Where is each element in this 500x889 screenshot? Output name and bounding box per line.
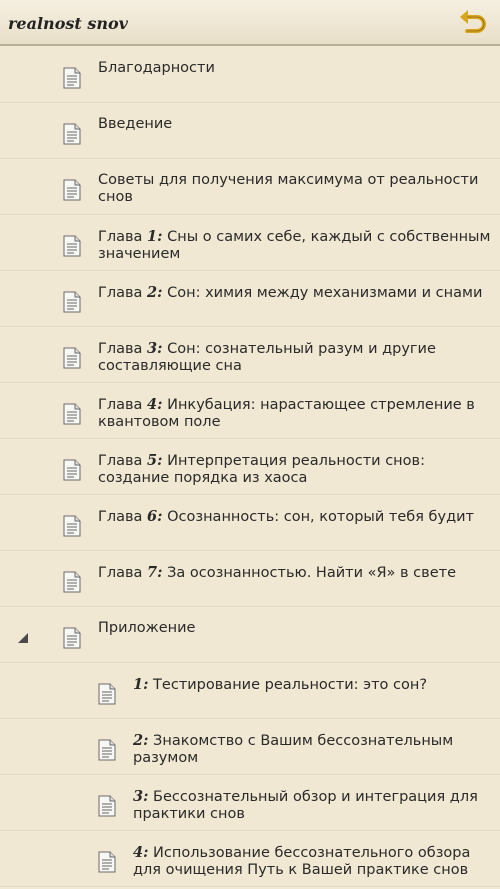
- toc-item[interactable]: Введение: [0, 103, 500, 159]
- toc-item-title: Осознанность: сон, который тебя будит: [162, 509, 474, 525]
- document-icon: [63, 291, 81, 313]
- toc-item-label: Глава 7: За осознанностью. Найти «Я» в с…: [98, 564, 494, 582]
- toc-item-label: 1: Тестирование реальности: это сон?: [133, 676, 494, 694]
- chapter-prefix: Глава: [98, 397, 148, 413]
- toc-item-label: Глава 6: Осознанность: сон, который тебя…: [98, 508, 494, 526]
- toc-item-title: Советы для получения максимума от реальн…: [98, 172, 479, 205]
- document-icon: [63, 179, 81, 201]
- toc-item-title: Бессознательный обзор и интеграция для п…: [133, 789, 478, 822]
- toc-item-label: Глава 3: Сон: сознательный разум и други…: [98, 340, 494, 375]
- chapter-prefix: Глава: [98, 509, 148, 525]
- toc-item-title: Использование бессознательного обзора дл…: [133, 845, 471, 878]
- toc-item-label: Благодарности: [98, 60, 494, 77]
- toc-subitem[interactable]: 4: Использование бессознательного обзора…: [0, 831, 500, 887]
- toc-item-title: Сон: химия между механизмами и снами: [162, 285, 483, 301]
- chapter-number: 1:: [147, 228, 163, 245]
- document-icon: [98, 851, 116, 873]
- document-icon: [98, 795, 116, 817]
- toc-item[interactable]: Глава 6: Осознанность: сон, который тебя…: [0, 495, 500, 551]
- toc-item[interactable]: Глава 1: Сны о самих себе, каждый с собс…: [0, 215, 500, 271]
- toc-item-title: Благодарности: [98, 60, 215, 76]
- document-icon: [63, 571, 81, 593]
- toc-subitem[interactable]: 3: Бессознательный обзор и интеграция дл…: [0, 775, 500, 831]
- toc-item-title: Тестирование реальности: это сон?: [148, 677, 428, 693]
- toc-item[interactable]: Глава 4: Инкубация: нарастающее стремлен…: [0, 383, 500, 439]
- chapter-number: 5:: [147, 452, 163, 469]
- back-arrow-icon[interactable]: [458, 8, 490, 38]
- chapter-prefix: Глава: [98, 229, 148, 245]
- toc-item-title: Знакомство с Вашим бессознательным разум…: [133, 733, 454, 766]
- document-icon: [63, 67, 81, 89]
- toc-item[interactable]: Советы для получения максимума от реальн…: [0, 159, 500, 215]
- chapter-prefix: Глава: [98, 285, 148, 301]
- chapter-number: 6:: [147, 508, 163, 525]
- chapter-number: 2:: [133, 732, 149, 749]
- toc-item-label: Приложение: [98, 620, 494, 637]
- toc-item-label: 2: Знакомство с Вашим бессознательным ра…: [133, 732, 494, 767]
- toc-subitem[interactable]: 1: Тестирование реальности: это сон?: [0, 663, 500, 719]
- toc-item[interactable]: Благодарности: [0, 47, 500, 103]
- toc-item[interactable]: Глава 3: Сон: сознательный разум и други…: [0, 327, 500, 383]
- chapter-number: 3:: [147, 340, 163, 357]
- chapter-number: 4:: [147, 396, 163, 413]
- document-icon: [63, 235, 81, 257]
- toc-item-title: Введение: [98, 116, 173, 132]
- document-icon: [98, 683, 116, 705]
- toc-item-label: 3: Бессознательный обзор и интеграция дл…: [133, 788, 494, 823]
- document-icon: [63, 123, 81, 145]
- chapter-prefix: Глава: [98, 453, 148, 469]
- document-icon: [63, 627, 81, 649]
- app-title: realnost snov: [8, 14, 128, 33]
- toc-item[interactable]: Глава 2: Сон: химия между механизмами и …: [0, 271, 500, 327]
- expand-triangle-icon[interactable]: [17, 629, 29, 643]
- toc-item[interactable]: Глава 5: Интерпретация реальности снов: …: [0, 439, 500, 495]
- toc-item-label: Советы для получения максимума от реальн…: [98, 172, 494, 206]
- toc-subitem[interactable]: 2: Знакомство с Вашим бессознательным ра…: [0, 719, 500, 775]
- document-icon: [63, 347, 81, 369]
- chapter-number: 3:: [133, 788, 149, 805]
- chapter-number: 7:: [147, 564, 163, 581]
- document-icon: [63, 459, 81, 481]
- chapter-number: 1:: [133, 676, 149, 693]
- toc-item-title: Приложение: [98, 620, 196, 636]
- toc-item-label: Глава 2: Сон: химия между механизмами и …: [98, 284, 494, 302]
- toc-item[interactable]: Приложение: [0, 607, 500, 663]
- table-of-contents: Благодарности Введение Советы для получени…: [0, 47, 500, 887]
- chapter-number: 2:: [147, 284, 163, 301]
- toc-item-title: За осознанностью. Найти «Я» в свете: [162, 565, 456, 581]
- toc-item[interactable]: Глава 7: За осознанностью. Найти «Я» в с…: [0, 551, 500, 607]
- document-icon: [63, 403, 81, 425]
- chapter-number: 4:: [133, 844, 149, 861]
- toc-item-label: Глава 1: Сны о самих себе, каждый с собс…: [98, 228, 494, 263]
- toc-item-label: Глава 5: Интерпретация реальности снов: …: [98, 452, 494, 487]
- toc-item-label: 4: Использование бессознательного обзора…: [133, 844, 494, 879]
- toc-item-label: Глава 4: Инкубация: нарастающее стремлен…: [98, 396, 494, 431]
- toc-item-label: Введение: [98, 116, 494, 133]
- document-icon: [63, 515, 81, 537]
- chapter-prefix: Глава: [98, 341, 148, 357]
- chapter-prefix: Глава: [98, 565, 148, 581]
- app-header: realnost snov: [0, 0, 500, 46]
- document-icon: [98, 739, 116, 761]
